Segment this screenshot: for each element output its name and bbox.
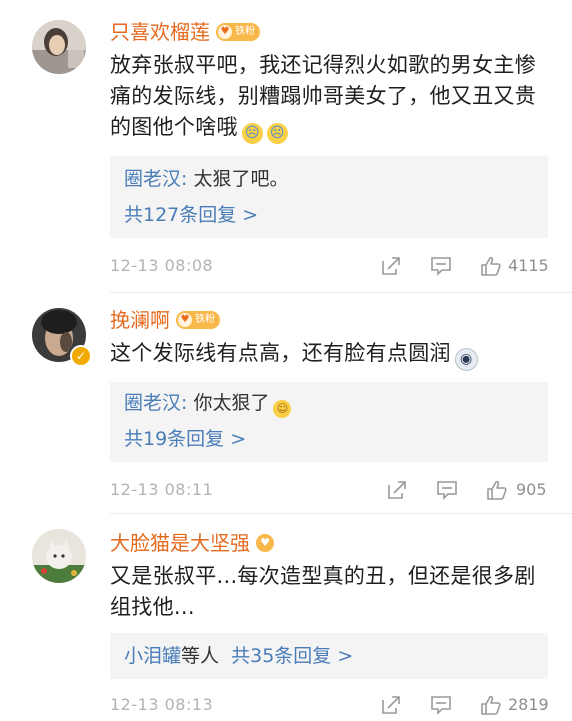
- reply-line: 圈老汉: 你太狠了 ☺: [124, 390, 292, 418]
- fan-badge: ♥ 铁粉: [176, 311, 220, 329]
- comment-text: 放弃张叔平吧，我还记得烈火如歌的男女主惨痛的发际线，别糟蹋帅哥美女了，他又丑又贵…: [110, 50, 540, 144]
- like-icon[interactable]: [480, 694, 502, 716]
- fan-heart-icon: ♥: [218, 25, 232, 39]
- timestamp: 12-13 08:08: [110, 256, 214, 275]
- share-icon[interactable]: [380, 694, 402, 716]
- reply-preview[interactable]: 圈老汉: 你太狠了 ☺ 共19条回复 >: [110, 382, 548, 462]
- like-icon[interactable]: [480, 255, 502, 277]
- like-count: 905: [516, 480, 547, 499]
- username-row: 挽澜啊 ♥ 铁粉: [110, 306, 220, 334]
- fan-heart-icon: ♥: [256, 534, 274, 552]
- crying-emoji-icon: ☹: [241, 123, 263, 144]
- reply-author[interactable]: 圈老汉: [124, 168, 181, 190]
- username-row: 只喜欢榴莲 ♥ 铁粉: [110, 18, 260, 46]
- comment-icon[interactable]: [430, 255, 452, 277]
- timestamp: 12-13 08:13: [110, 695, 214, 714]
- timestamp: 12-13 08:11: [110, 480, 214, 499]
- username[interactable]: 挽澜啊: [110, 306, 170, 334]
- crying-emoji-icon: ☹: [266, 123, 288, 144]
- verified-icon: ✓: [70, 345, 92, 367]
- comment-item: ✓ 挽澜啊 ♥ 铁粉 这个发际线有点高，还有脸有点圆润 ◉ 圈老汉: 你太狠了 ☺ …: [0, 292, 572, 512]
- reply-author[interactable]: 小泪罐: [124, 645, 181, 667]
- fan-heart-icon: ♥: [178, 313, 192, 327]
- avatar[interactable]: [32, 529, 86, 583]
- like-count: 2819: [508, 695, 549, 714]
- comment-icon[interactable]: [430, 694, 452, 716]
- like-count: 4115: [508, 256, 549, 275]
- more-replies-link[interactable]: 共19条回复 >: [124, 426, 246, 452]
- comment-text: 又是张叔平...每次造型真的丑，但还是很多剧组找他...: [110, 564, 536, 619]
- like-icon[interactable]: [486, 479, 508, 501]
- more-replies-link[interactable]: 小泪罐等人 共35条回复 >: [124, 643, 353, 669]
- comment-text: 这个发际线有点高，还有脸有点圆润 ◉: [110, 338, 540, 371]
- share-icon[interactable]: [380, 255, 402, 277]
- reply-author[interactable]: 圈老汉: [124, 392, 181, 414]
- username[interactable]: 大脸猫是大坚强: [110, 529, 250, 557]
- reply-text: 太狠了吧。: [193, 168, 289, 190]
- comment-item: 大脸猫是大坚强 ♥ 又是张叔平...每次造型真的丑，但还是很多剧组找他... 小…: [0, 513, 572, 721]
- reply-line: 圈老汉: 太狠了吧。: [124, 168, 289, 190]
- comment-meta: 12-13 08:13 2819: [110, 691, 550, 719]
- comment-icon[interactable]: [436, 479, 458, 501]
- shocked-emoji-icon: ◉: [454, 348, 478, 371]
- fan-badge: ♥ 铁粉: [216, 23, 260, 41]
- share-icon[interactable]: [386, 479, 408, 501]
- comment-item: 只喜欢榴莲 ♥ 铁粉 放弃张叔平吧，我还记得烈火如歌的男女主惨痛的发际线，别糟蹋…: [0, 0, 572, 290]
- comment-meta: 12-13 08:08 4115: [110, 252, 550, 280]
- comment-meta: 12-13 08:11 905: [110, 476, 550, 504]
- reply-preview[interactable]: 小泪罐等人 共35条回复 >: [110, 633, 548, 679]
- more-replies-link[interactable]: 共127条回复 >: [124, 202, 258, 228]
- reply-text: 你太狠了: [193, 392, 270, 414]
- username[interactable]: 只喜欢榴莲: [110, 18, 210, 46]
- avatar[interactable]: [32, 20, 86, 74]
- laughing-emoji-icon: ☺: [273, 400, 292, 418]
- reply-preview[interactable]: 圈老汉: 太狠了吧。 共127条回复 >: [110, 156, 548, 238]
- username-row: 大脸猫是大坚强 ♥: [110, 529, 274, 557]
